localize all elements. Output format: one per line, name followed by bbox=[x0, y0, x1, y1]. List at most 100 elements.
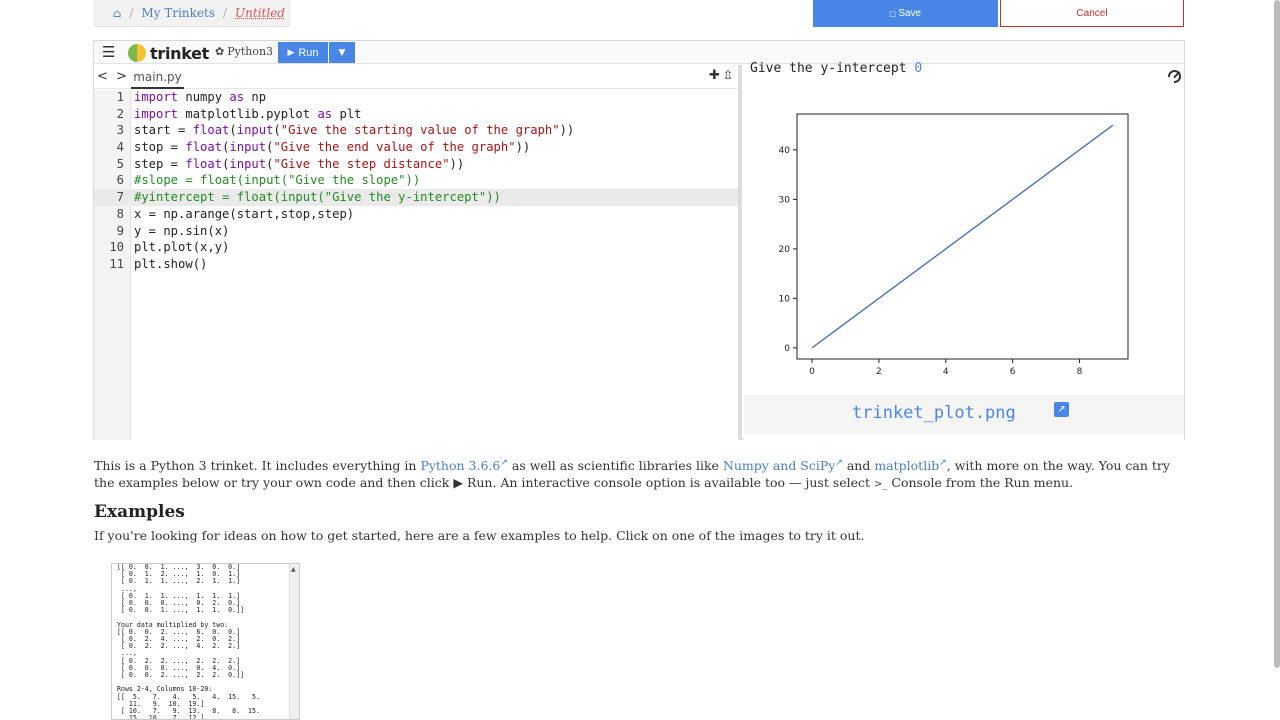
examples-heading: Examples bbox=[94, 502, 185, 522]
line-number: 5 bbox=[116, 156, 124, 171]
code-line[interactable]: 9 y = np.sin(x) bbox=[94, 223, 740, 240]
cancel-button[interactable]: Cancel bbox=[1000, 0, 1184, 27]
x-tick-label: 6 bbox=[1010, 367, 1016, 377]
numpy-scipy-link[interactable]: Numpy and SciPy bbox=[723, 458, 835, 473]
code-text[interactable]: step = float(input("Give the step distan… bbox=[134, 156, 464, 173]
line-number: 7 bbox=[116, 190, 124, 205]
line-number: 2 bbox=[116, 106, 124, 121]
floppy-disk-icon: □ bbox=[889, 8, 896, 19]
code-text[interactable]: plt.show() bbox=[134, 256, 207, 273]
breadcrumb-separator: / bbox=[129, 6, 134, 20]
matplotlib-link[interactable]: matplotlib bbox=[874, 458, 939, 473]
series-line bbox=[811, 124, 1114, 349]
line-number: 1 bbox=[116, 90, 124, 104]
code-line[interactable]: 1 import numpy as np bbox=[94, 89, 740, 106]
code-lines[interactable]: 1 import numpy as np 2 import matplotlib.py… bbox=[94, 89, 740, 273]
desc-text-3: and bbox=[842, 458, 875, 474]
x-tick-label: 4 bbox=[943, 367, 949, 377]
file-tab-bar: < > main.py ✚ ⇫ bbox=[94, 65, 740, 89]
file-tab-main-py[interactable]: main.py bbox=[131, 67, 184, 89]
code-text[interactable]: x = np.arange(start,stop,step) bbox=[134, 206, 354, 223]
code-line[interactable]: 7 #yintercept = float(input("Give the y-i… bbox=[94, 189, 740, 206]
y-tick-label: 10 bbox=[779, 294, 791, 304]
plot-image: 0 2 4 6 8 0 10 20 30 40 bbox=[750, 77, 1174, 395]
desc-text-2: as well as scientific libraries like bbox=[507, 458, 723, 474]
code-line[interactable]: 11 plt.show() bbox=[94, 256, 740, 273]
trinket-widget: ☰ trinket ✿ Python3 ▶ Run ▼ < > main.py … bbox=[93, 40, 1185, 440]
caret-down-icon: ▼ bbox=[338, 47, 346, 58]
run-menu-dropdown[interactable]: ▼ bbox=[329, 42, 355, 63]
trinket-title[interactable]: Untitled bbox=[235, 6, 285, 20]
home-icon[interactable]: ⌂ bbox=[113, 7, 121, 20]
console-prompt-text: Give the y-intercept bbox=[750, 61, 915, 76]
add-file-icon[interactable]: ✚ bbox=[709, 68, 720, 83]
plot-filename[interactable]: trinket_plot.png bbox=[852, 403, 1016, 423]
run-label: Run bbox=[298, 46, 319, 59]
external-link-icon: ↗ bbox=[835, 458, 843, 468]
code-text[interactable]: #yintercept = float(input("Give the y-in… bbox=[134, 189, 501, 206]
breadcrumb-my-trinkets[interactable]: My Trinkets bbox=[141, 6, 215, 20]
run-button[interactable]: ▶ Run bbox=[278, 42, 328, 63]
play-icon: ▶ bbox=[453, 474, 463, 490]
desc-text-1: This is a Python 3 trinket. It includes … bbox=[94, 458, 421, 474]
code-text[interactable]: stop = float(input("Give the end value o… bbox=[134, 139, 530, 156]
code-text[interactable]: plt.plot(x,y) bbox=[134, 239, 229, 256]
trinket-logo-icon bbox=[128, 44, 146, 62]
example-thumbnail[interactable]: [[ 0. 0. 1. ..., 3. 0. 0.] [ 0. 1. 2. ..… bbox=[111, 563, 300, 720]
desc-text-6: Console from the Run menu. bbox=[887, 474, 1074, 490]
line-number: 11 bbox=[109, 256, 124, 271]
play-icon: ▶ bbox=[287, 47, 295, 58]
line-number: 4 bbox=[116, 140, 124, 155]
external-link-icon[interactable]: ↗ bbox=[1054, 402, 1069, 417]
python-icon: ✿ bbox=[215, 45, 225, 58]
line-number: 8 bbox=[116, 206, 124, 221]
code-line[interactable]: 10 plt.plot(x,y) bbox=[94, 239, 740, 256]
trinket-logo: trinket bbox=[128, 43, 209, 63]
trinket-description: This is a Python 3 trinket. It includes … bbox=[94, 455, 1184, 493]
trinket-toolbar: ☰ trinket ✿ Python3 ▶ Run ▼ bbox=[94, 41, 1184, 64]
desc-text-5: Run. An interactive console option is av… bbox=[462, 474, 875, 490]
thumbnail-scrollbar[interactable] bbox=[289, 564, 299, 719]
hamburger-menu-icon[interactable]: ☰ bbox=[102, 44, 118, 60]
y-tick-label: 0 bbox=[784, 344, 790, 354]
line-number: 10 bbox=[109, 240, 124, 255]
code-line[interactable]: 2 import matplotlib.pyplot as plt bbox=[94, 106, 740, 123]
code-text[interactable]: import numpy as np bbox=[134, 89, 266, 106]
python-link[interactable]: Python 3.6.6 bbox=[420, 458, 500, 473]
breadcrumb-separator: / bbox=[223, 6, 228, 20]
example-thumbnail-text: [[ 0. 0. 1. ..., 3. 0. 0.] [ 0. 1. 2. ..… bbox=[117, 563, 260, 720]
pane-splitter[interactable] bbox=[738, 65, 742, 440]
code-line[interactable]: 3 start = float(input("Give the starting … bbox=[94, 122, 740, 139]
code-line[interactable]: 8 x = np.arange(start,stop,step) bbox=[94, 206, 740, 223]
save-label: Save bbox=[898, 8, 922, 19]
code-line[interactable]: 5 step = float(input("Give the step dista… bbox=[94, 156, 740, 173]
x-tick-label: 0 bbox=[809, 367, 815, 377]
y-tick-label: 20 bbox=[779, 245, 791, 255]
output-pane: Give the y-intercept 0 0 2 4 6 8 0 10 20 30 40 tr… bbox=[744, 61, 1184, 440]
console-prompt: Give the y-intercept 0 bbox=[750, 61, 922, 76]
y-tick-label: 30 bbox=[779, 195, 791, 205]
line-number: 6 bbox=[116, 173, 124, 188]
line-number: 9 bbox=[116, 223, 124, 238]
code-text[interactable]: y = np.sin(x) bbox=[134, 223, 229, 240]
language-indicator: ✿ Python3 bbox=[215, 45, 273, 58]
upload-file-icon[interactable]: ⇫ bbox=[723, 68, 733, 82]
page-scrollbar[interactable] bbox=[1274, 0, 1280, 668]
code-line[interactable]: 4 stop = float(input("Give the end value … bbox=[94, 139, 740, 156]
plot-file-bar: trinket_plot.png ↗ bbox=[744, 395, 1184, 435]
external-link-icon: ↗ bbox=[939, 458, 947, 468]
code-editor[interactable]: < > main.py ✚ ⇫ 1 import numpy as np 2 impo… bbox=[94, 65, 740, 440]
line-chart: 0 2 4 6 8 0 10 20 30 40 bbox=[779, 113, 1129, 377]
code-line[interactable]: 6 #slope = float(input("Give the slope")) bbox=[94, 172, 740, 189]
code-text[interactable]: import matplotlib.pyplot as plt bbox=[134, 106, 362, 123]
examples-subtitle: If you're looking for ideas on how to ge… bbox=[94, 528, 865, 543]
y-tick-label: 40 bbox=[779, 146, 791, 156]
save-button[interactable]: □ Save bbox=[813, 0, 998, 27]
code-text[interactable]: #slope = float(input("Give the slope")) bbox=[134, 172, 420, 189]
breadcrumb: ⌂ / My Trinkets / Untitled bbox=[94, 0, 290, 27]
language-label: Python3 bbox=[227, 45, 274, 58]
file-nav-arrows-icon[interactable]: < > bbox=[97, 69, 129, 84]
x-tick-label: 2 bbox=[876, 367, 882, 377]
code-text[interactable]: start = float(input("Give the starting v… bbox=[134, 122, 574, 139]
external-link-icon: ↗ bbox=[500, 458, 508, 468]
